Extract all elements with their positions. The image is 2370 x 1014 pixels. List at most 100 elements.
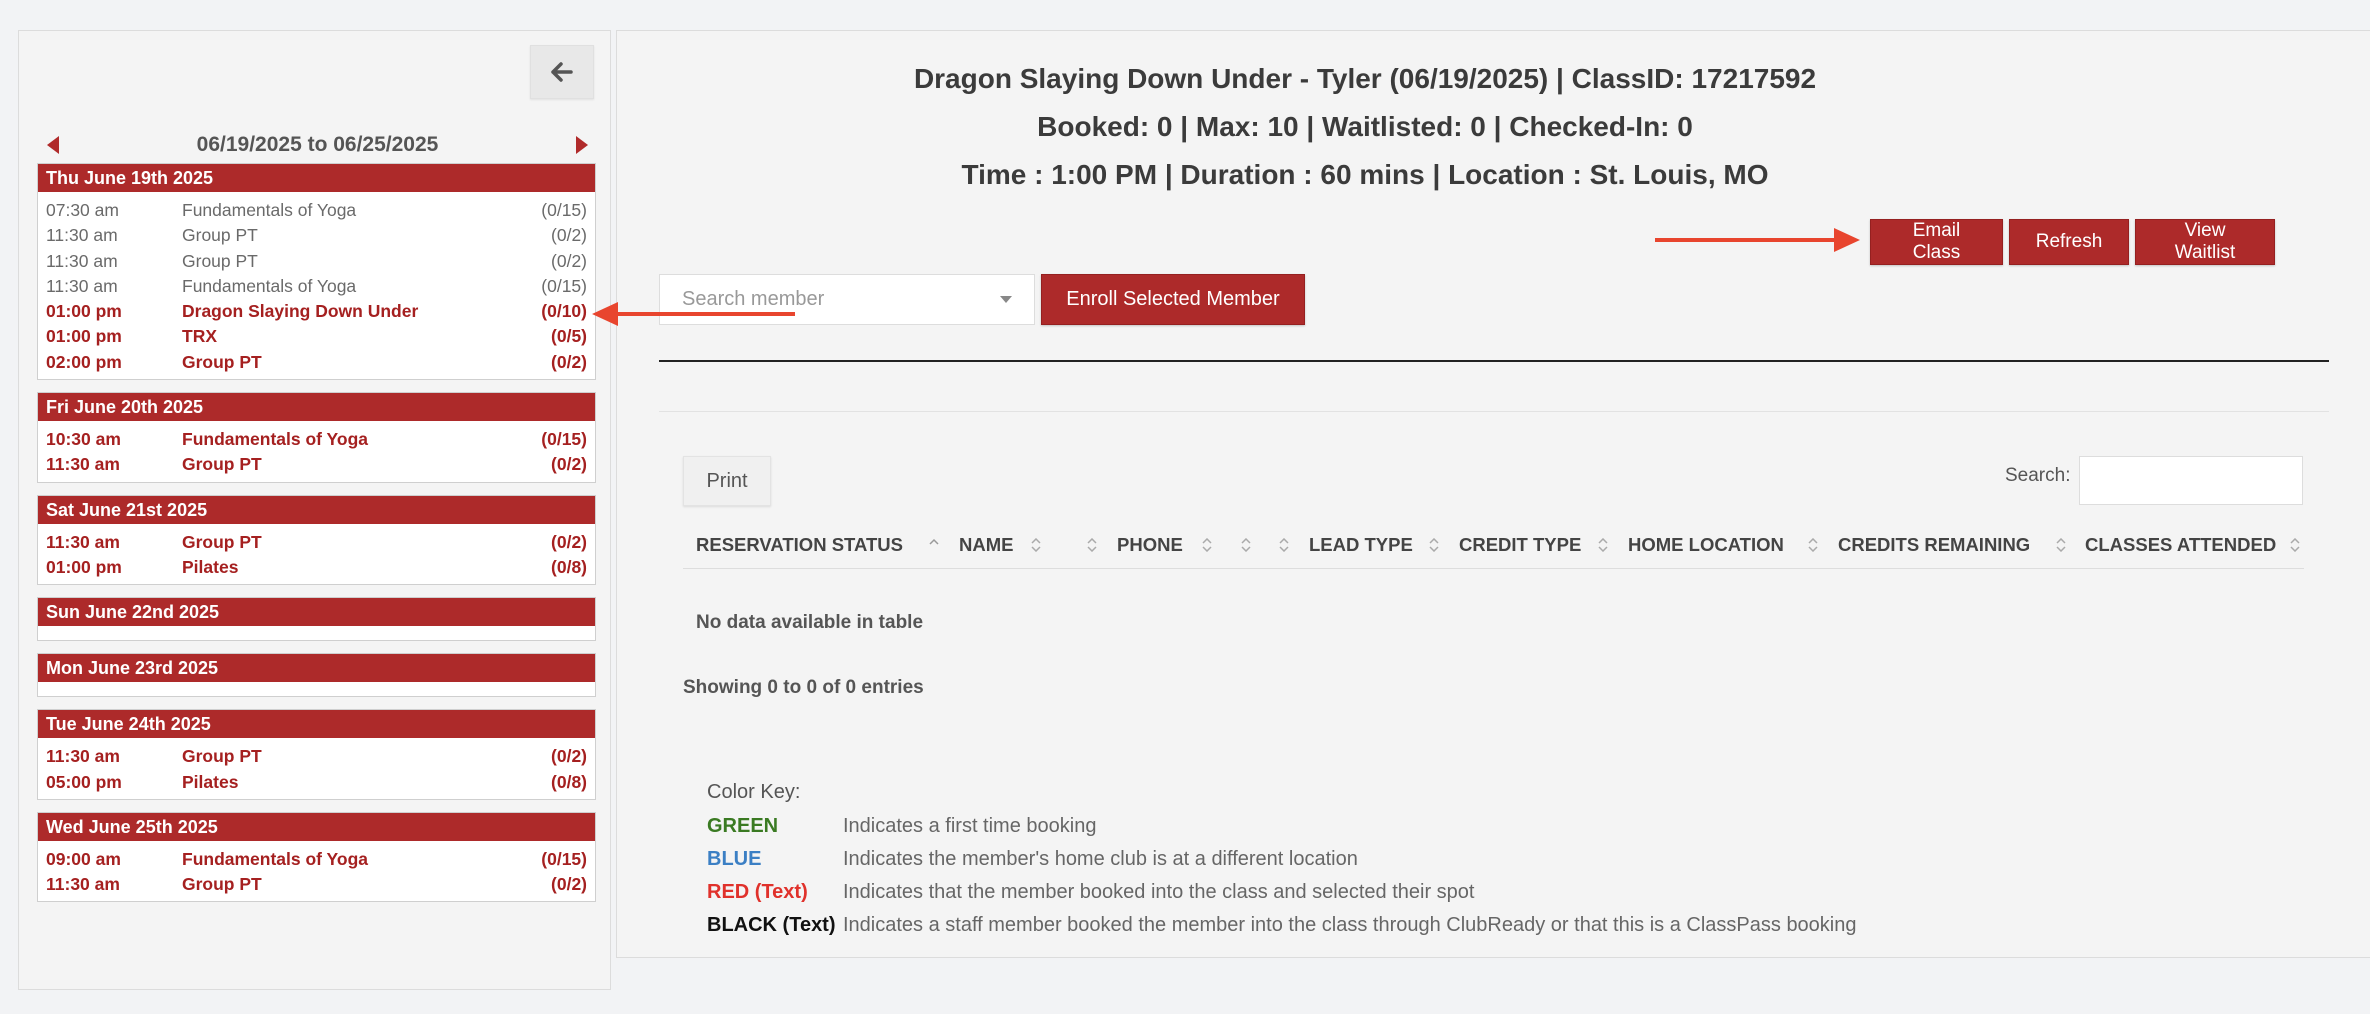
class-row[interactable]: 11:30 am Group PT (0/2) [46, 223, 587, 248]
class-row[interactable]: 07:30 am Fundamentals of Yoga (0/15) [46, 198, 587, 223]
color-key-label: GREEN [707, 815, 779, 837]
day-block: Fri June 20th 2025 10:30 am Fundamentals o… [37, 392, 596, 483]
class-actions: Email Class Refresh View Waitlist [1870, 219, 2275, 265]
color-key-rows: GREEN Indicates a first time booking BLUE I… [707, 810, 1857, 942]
back-button[interactable] [530, 45, 594, 99]
class-time: 11:30 am [46, 225, 118, 246]
day-header: Tue June 24th 2025 [38, 710, 595, 739]
day-block: Thu June 19th 2025 07:30 am Fundamentals o… [37, 163, 596, 381]
day-class-list: 10:30 am Fundamentals of Yoga (0/15) 11:30 … [38, 421, 595, 482]
class-capacity: (0/15) [541, 275, 587, 296]
column-name[interactable]: NAME [959, 521, 1013, 569]
search-member-select[interactable]: Search member [659, 274, 1035, 325]
triangle-right-icon[interactable] [575, 136, 588, 154]
color-key: Color Key: GREEN Indicates a first time b… [707, 781, 1857, 942]
class-row[interactable]: 01:00 pm Pilates (0/8) [46, 555, 587, 580]
view-waitlist-button[interactable]: View Waitlist [2135, 219, 2275, 265]
class-capacity: (0/2) [551, 874, 587, 895]
table-empty-message: No data available in table [696, 612, 924, 633]
class-capacity: (0/2) [551, 454, 587, 475]
class-title: Dragon Slaying Down Under - Tyler (06/19… [913, 63, 1817, 94]
class-time: 11:30 am [46, 746, 120, 767]
class-row[interactable]: 01:00 pm TRX (0/5) [46, 324, 587, 349]
color-key-row: RED (Text) Indicates that the member book… [707, 876, 1857, 909]
class-name: Pilates [182, 556, 239, 577]
caret-down-icon [1000, 296, 1012, 303]
class-row[interactable]: 11:30 am Fundamentals of Yoga (0/15) [46, 274, 587, 299]
column-phone[interactable]: PHONE [1117, 521, 1183, 569]
class-name: TRX [182, 326, 217, 347]
schedule-panel: 06/19/2025 to 06/25/2025 Thu June 19th 2… [18, 30, 611, 990]
class-row[interactable]: 11:30 am Group PT (0/2) [46, 872, 587, 897]
class-capacity: (0/15) [541, 848, 587, 869]
class-capacity: (0/2) [551, 250, 587, 271]
class-time: 01:00 pm [46, 301, 122, 322]
class-row[interactable]: 11:30 am Group PT (0/2) [46, 249, 587, 274]
sort-icon[interactable] [1598, 538, 1608, 552]
day-block: Sat June 21st 2025 11:30 am Group PT (0/2) 0… [37, 494, 596, 586]
class-time: 11:30 am [46, 275, 118, 296]
column-credits-remaining[interactable]: CREDITS REMAINING [1838, 521, 2030, 569]
class-time: 01:00 pm [46, 556, 122, 577]
class-time: 02:00 pm [46, 351, 122, 372]
day-header: Mon June 23rd 2025 [38, 654, 595, 683]
class-row[interactable]: 09:00 am Fundamentals of Yoga (0/15) [46, 847, 587, 872]
class-time: 09:00 am [46, 848, 121, 869]
print-button[interactable]: Print [683, 456, 771, 506]
class-name: Fundamentals of Yoga [182, 848, 369, 869]
class-capacity: (0/8) [551, 556, 587, 577]
class-row[interactable]: 10:30 am Fundamentals of Yoga (0/15) [46, 427, 587, 452]
color-key-label: BLACK (Text) [707, 914, 836, 936]
class-row[interactable]: 05:00 pm Pilates (0/8) [46, 770, 587, 795]
day-class-list: 11:30 am Group PT (0/2) 01:00 pm Pilates (0/8… [38, 524, 595, 585]
sort-icon[interactable] [1087, 538, 1097, 552]
class-time: 01:00 pm [46, 326, 122, 347]
column-lead-type[interactable]: LEAD TYPE [1309, 521, 1413, 569]
class-name: Fundamentals of Yoga [182, 275, 357, 296]
enroll-selected-member-button[interactable]: Enroll Selected Member [1041, 274, 1305, 325]
day-header: Sun June 22nd 2025 [38, 598, 595, 627]
email-class-button[interactable]: Email Class [1870, 219, 2003, 265]
color-key-description: Indicates that the member booked into th… [843, 881, 1475, 903]
column-classes-attended[interactable]: CLASSES ATTENDED [2085, 521, 2276, 569]
table-search-input[interactable] [2079, 456, 2303, 505]
sort-icon[interactable] [2056, 538, 2066, 552]
section-divider [659, 360, 2329, 362]
day-block: Mon June 23rd 2025 [37, 653, 596, 698]
column-home-location[interactable]: HOME LOCATION [1628, 521, 1784, 569]
class-row[interactable]: 11:30 am Group PT (0/2) [46, 744, 587, 769]
color-key-title: Color Key: [707, 781, 801, 803]
class-name: Group PT [182, 250, 258, 271]
table-search-label: Search: [2005, 465, 2071, 486]
color-key-description: Indicates the member's home club is at a… [843, 848, 1358, 870]
sort-icon[interactable] [1241, 538, 1251, 552]
class-row-selected[interactable]: 01:00 pm Dragon Slaying Down Under (0/10) [46, 299, 587, 324]
sort-icon[interactable] [1202, 538, 1212, 552]
class-name: Group PT [182, 225, 258, 246]
sort-icon[interactable] [2290, 538, 2300, 552]
color-key-label: BLUE [707, 848, 762, 870]
class-name: Group PT [182, 351, 262, 372]
triangle-left-icon[interactable] [47, 136, 59, 154]
class-name: Pilates [182, 771, 239, 792]
column-credit-type[interactable]: CREDIT TYPE [1459, 521, 1581, 569]
sort-icon[interactable] [1279, 538, 1289, 552]
sort-icon[interactable] [1808, 538, 1818, 552]
column-reservation-status[interactable]: RESERVATION STATUS [696, 521, 903, 569]
sort-icon[interactable] [1031, 538, 1041, 552]
class-row[interactable]: 11:30 am Group PT (0/2) [46, 452, 587, 477]
date-navigator: 06/19/2025 to 06/25/2025 [19, 127, 610, 163]
sort-icon[interactable] [1429, 538, 1439, 552]
sort-icon[interactable] [929, 538, 939, 552]
class-time: 11:30 am [46, 454, 120, 475]
arrow-left-icon [551, 62, 573, 82]
class-name: Group PT [182, 746, 262, 767]
class-row[interactable]: 11:30 am Group PT (0/2) [46, 530, 587, 555]
class-time: 10:30 am [46, 429, 121, 450]
class-detail-panel: Dragon Slaying Down Under - Tyler (06/19… [616, 30, 2370, 958]
class-time-info: Time : 1:00 PM | Duration : 60 mins | Lo… [961, 159, 1769, 190]
class-booking-stats: Booked: 0 | Max: 10 | Waitlisted: 0 | Ch… [1037, 111, 1693, 142]
class-row[interactable]: 02:00 pm Group PT (0/2) [46, 350, 587, 375]
refresh-button[interactable]: Refresh [2009, 219, 2129, 265]
class-capacity: (0/2) [551, 351, 587, 372]
